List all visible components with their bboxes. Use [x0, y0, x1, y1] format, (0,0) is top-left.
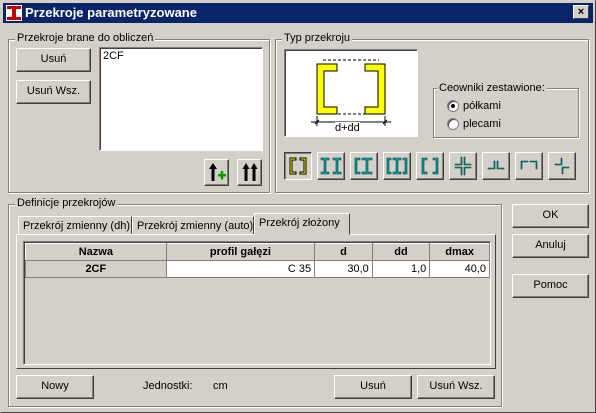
type-c-inward-button[interactable] [284, 152, 312, 180]
cross-tees-icon [454, 156, 472, 176]
new-definition-button[interactable]: Nowy [16, 375, 94, 399]
new-definition-label: Nowy [41, 380, 69, 392]
radio-polkami[interactable] [447, 100, 459, 112]
remove-definition-button[interactable]: Usuń [334, 375, 412, 399]
type-double-i-button[interactable] [317, 152, 345, 180]
dialog-window: Przekroje parametryzowane × Przekroje br… [0, 0, 596, 413]
dimension-label: d+dd [335, 122, 360, 134]
i-in-c-icon [354, 157, 373, 175]
app-icon [6, 5, 22, 21]
section-preview: d+dd [284, 49, 418, 137]
cancel-button[interactable]: Anuluj [512, 234, 589, 258]
remove-all-sections-button[interactable]: Usuń Wsz. [16, 80, 91, 104]
title-bar[interactable]: Przekroje parametryzowane × [3, 3, 593, 23]
table-header-row: Nazwa profil gałęzi d dd dmax [25, 243, 490, 261]
cancel-label: Anuluj [535, 239, 566, 251]
header-profil: profil gałęzi [165, 243, 316, 261]
units-label: Jednostki: [143, 380, 193, 392]
cell-dd[interactable]: 1,0 [371, 260, 431, 278]
help-button[interactable]: Pomoc [512, 274, 589, 298]
cell-dmax[interactable]: 40,0 [429, 260, 490, 278]
sections-used-legend: Przekroje brane do obliczeń [15, 32, 156, 44]
header-dd: dd [371, 243, 431, 261]
ok-button[interactable]: OK [512, 204, 589, 228]
sections-listbox[interactable]: 2CF [99, 47, 263, 151]
move-all-up-button[interactable] [237, 159, 262, 186]
arrow-up-plus-icon [208, 163, 226, 181]
cell-profil[interactable]: C 35 [165, 260, 316, 278]
move-up-one-button[interactable] [204, 159, 229, 186]
angles-icon [520, 160, 538, 170]
remove-section-button[interactable]: Usuń [16, 48, 91, 72]
definitions-table-area: Nazwa profil gałęzi d dd dmax 2CF C 35 3… [23, 241, 491, 365]
table-row[interactable]: 2CF C 35 30,0 1,0 40,0 [25, 260, 490, 278]
type-z-angles-button[interactable] [548, 152, 576, 180]
cell-d[interactable]: 30,0 [314, 260, 373, 278]
section-type-legend: Typ przekroju [282, 32, 353, 44]
header-d: d [314, 243, 373, 261]
c-inward-icon [289, 157, 307, 175]
tab-przekroj-zmienny-auto[interactable]: Przekrój zmienny (auto) [132, 216, 254, 236]
tab-przekroj-zmienny-dh[interactable]: Przekrój zmienny (dh) [18, 216, 132, 236]
ceowniki-group [433, 88, 579, 138]
ceowniki-legend: Ceowniki zestawione: [437, 82, 547, 94]
type-angles-button[interactable] [515, 152, 543, 180]
z-angles-icon [554, 157, 570, 175]
units-value: cm [213, 380, 228, 392]
window-title: Przekroje parametryzowane [25, 5, 197, 20]
list-item[interactable]: 2CF [103, 50, 124, 62]
double-arrow-up-icon [242, 163, 257, 181]
close-icon: × [577, 6, 585, 18]
remove-definition-label: Usuń [360, 380, 386, 392]
radio-polkami-label[interactable]: półkami [463, 100, 501, 112]
remove-all-sections-label: Usuń Wsz. [26, 85, 81, 97]
close-button[interactable]: × [573, 5, 589, 19]
i-channels-icon [386, 157, 408, 175]
help-label: Pomoc [533, 279, 568, 291]
double-tee-icon [487, 160, 505, 170]
tab-przekroj-zlozony[interactable]: Przekrój złożony [254, 213, 350, 235]
cell-nazwa[interactable]: 2CF [25, 260, 167, 278]
definitions-table: Nazwa profil gałęzi d dd dmax 2CF C 35 3… [25, 243, 490, 278]
type-c-outward-button[interactable] [416, 152, 444, 180]
type-i-in-c-button[interactable] [350, 152, 378, 180]
remove-section-label: Usuń [40, 53, 67, 65]
type-cross-tees-button[interactable] [449, 152, 477, 180]
header-nazwa: Nazwa [25, 243, 167, 261]
radio-plecami[interactable] [447, 118, 459, 130]
radio-plecami-label[interactable]: plecami [463, 118, 501, 130]
remove-all-definitions-button[interactable]: Usuń Wsz. [417, 375, 495, 399]
header-dmax: dmax [429, 243, 490, 261]
c-outward-icon [421, 157, 439, 175]
remove-all-definitions-label: Usuń Wsz. [429, 380, 483, 392]
type-i-channels-button[interactable] [383, 152, 411, 180]
definitions-legend: Definicje przekrojów [15, 197, 118, 209]
type-double-tee-button[interactable] [482, 152, 510, 180]
double-i-icon [320, 157, 342, 175]
ok-label: OK [542, 209, 559, 221]
